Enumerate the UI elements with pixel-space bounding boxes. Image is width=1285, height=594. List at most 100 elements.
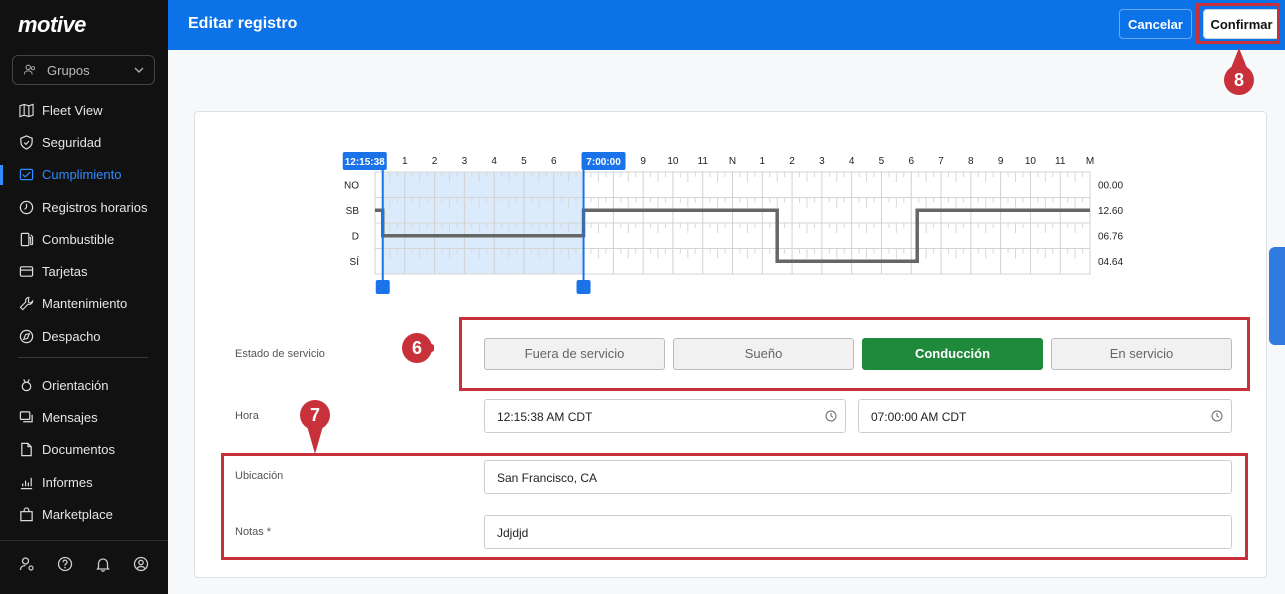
sidebar-item-cumplimiento[interactable]: Cumplimiento bbox=[0, 159, 168, 191]
hour-label: 6 bbox=[908, 156, 914, 167]
sidebar-footer-divider bbox=[0, 540, 168, 541]
start-time-value: 12:15:38 AM CDT bbox=[497, 410, 593, 424]
hour-label: 2 bbox=[789, 156, 795, 167]
groups-label: Grupos bbox=[47, 62, 90, 78]
hour-label: 4 bbox=[491, 156, 497, 167]
sidebar-item-label: Informes bbox=[42, 474, 93, 490]
messages-icon bbox=[18, 409, 34, 425]
duty-row-label: NO bbox=[344, 180, 359, 191]
hour-label: 10 bbox=[667, 156, 679, 167]
page-title: Editar registro bbox=[188, 15, 298, 32]
step-marker-6-label: 6 bbox=[411, 338, 422, 358]
sidebar-item-label: Despacho bbox=[42, 328, 101, 344]
reports-icon bbox=[18, 474, 34, 490]
users-icon bbox=[23, 64, 36, 75]
sidebar-item-combustible[interactable]: Combustible bbox=[0, 223, 168, 255]
sidebar-item-informes[interactable]: Informes bbox=[0, 466, 168, 498]
sidebar-item-label: Marketplace bbox=[42, 506, 113, 522]
shield-icon bbox=[18, 134, 34, 150]
hour-label: 10 bbox=[1025, 156, 1037, 167]
sidebar-item-despacho[interactable]: Despacho bbox=[0, 320, 168, 352]
chevron-down-icon bbox=[134, 67, 144, 73]
start-handle-grip bbox=[375, 280, 390, 294]
details-highlight-box bbox=[221, 453, 1248, 560]
hour-label: 11 bbox=[1055, 156, 1066, 167]
hour-label: 5 bbox=[879, 156, 885, 167]
duty-row-label: SÍ bbox=[350, 255, 360, 268]
sidebar-item-documentos[interactable]: Documentos bbox=[0, 434, 168, 466]
sidebar-nav-secondary: Orientación Mensajes Documentos Informes… bbox=[0, 369, 168, 530]
hour-label: 6 bbox=[551, 156, 557, 167]
sidebar-item-registros-horarios[interactable]: Registros horarios bbox=[0, 191, 168, 223]
sidebar-item-label: Orientación bbox=[42, 377, 109, 393]
sidebar-item-tarjetas[interactable]: Tarjetas bbox=[0, 255, 168, 287]
sidebar-item-label: Seguridad bbox=[42, 134, 102, 150]
start-handle-label: 12:15:38 bbox=[345, 157, 385, 168]
sidebar-item-label: Registros horarios bbox=[42, 199, 148, 215]
sidebar-item-label: Cumplimiento bbox=[42, 167, 122, 183]
sidebar-item-seguridad[interactable]: Seguridad bbox=[0, 126, 168, 158]
end-time-field[interactable]: 07:00:00 AM CDT bbox=[858, 399, 1232, 433]
sidebar-item-orientacion[interactable]: Orientación bbox=[0, 369, 168, 401]
sidebar: motive Grupos Fleet View Seguridad Cumpl… bbox=[0, 0, 168, 594]
sidebar-item-label: Documentos bbox=[42, 442, 115, 458]
hos-log-chart[interactable]: 123456891011N1234567891011MNOSBDSÍ00.001… bbox=[330, 150, 1130, 295]
step-marker-7-label: 7 bbox=[309, 405, 320, 425]
hour-label: 11 bbox=[698, 156, 709, 167]
duty-row-total: 06.76 bbox=[1098, 231, 1123, 242]
hour-label: 9 bbox=[640, 156, 646, 167]
map-icon bbox=[18, 102, 34, 118]
sidebar-item-label: Tarjetas bbox=[42, 264, 88, 280]
user-settings-icon[interactable] bbox=[19, 556, 35, 572]
sidebar-item-label: Fleet View bbox=[42, 102, 103, 118]
fuel-icon bbox=[18, 231, 34, 247]
sidebar-item-mensajes[interactable]: Mensajes bbox=[0, 401, 168, 433]
sidebar-item-fleet-view[interactable]: Fleet View bbox=[0, 94, 168, 126]
hour-label: 2 bbox=[432, 156, 438, 167]
sidebar-nav: Fleet View Seguridad Cumplimiento Regist… bbox=[0, 94, 168, 352]
help-icon[interactable] bbox=[57, 556, 73, 572]
hour-label: 8 bbox=[968, 156, 974, 167]
duty-row-label: SB bbox=[346, 206, 360, 217]
sidebar-footer bbox=[0, 556, 168, 572]
cancel-button[interactable]: Cancelar bbox=[1119, 9, 1192, 39]
status-highlight-box bbox=[459, 317, 1250, 391]
sidebar-item-marketplace[interactable]: Marketplace bbox=[0, 498, 168, 530]
duty-row-total: 04.64 bbox=[1098, 257, 1123, 268]
wrench-icon bbox=[18, 296, 34, 312]
hour-label: 1 bbox=[402, 156, 408, 167]
sidebar-item-label: Mensajes bbox=[42, 409, 98, 425]
end-time-value: 07:00:00 AM CDT bbox=[871, 410, 967, 424]
time-label: Hora bbox=[235, 410, 259, 422]
end-handle-grip bbox=[576, 280, 591, 294]
dispatch-icon bbox=[18, 328, 34, 344]
clock-icon bbox=[825, 410, 837, 422]
marketplace-icon bbox=[18, 506, 34, 522]
feedback-tab[interactable] bbox=[1269, 247, 1285, 345]
hour-label: N bbox=[729, 156, 736, 167]
step-marker-8-label: 8 bbox=[1233, 70, 1244, 90]
sidebar-item-label: Combustible bbox=[42, 231, 115, 247]
groups-dropdown[interactable]: Grupos bbox=[12, 55, 155, 85]
end-handle-label: 7:00:00 bbox=[586, 157, 621, 168]
hour-label: 3 bbox=[462, 156, 468, 167]
hour-label: 3 bbox=[819, 156, 825, 167]
hour-label: 7 bbox=[938, 156, 944, 167]
card-icon bbox=[18, 264, 34, 280]
bell-icon[interactable] bbox=[95, 556, 111, 572]
compliance-icon bbox=[18, 167, 34, 183]
clock-icon bbox=[18, 199, 34, 215]
duty-row-label: D bbox=[352, 231, 359, 242]
documents-icon bbox=[18, 442, 34, 458]
status-label: Estado de servicio bbox=[235, 348, 325, 360]
badge-icon bbox=[18, 377, 34, 393]
motive-logo[interactable]: motive bbox=[18, 12, 86, 38]
account-icon[interactable] bbox=[133, 556, 149, 572]
clock-icon bbox=[1211, 410, 1223, 422]
hour-label: 9 bbox=[998, 156, 1004, 167]
start-time-field[interactable]: 12:15:38 AM CDT bbox=[484, 399, 846, 433]
confirm-highlight-box bbox=[1196, 3, 1280, 44]
hour-label: 1 bbox=[760, 156, 766, 167]
sidebar-item-mantenimiento[interactable]: Mantenimiento bbox=[0, 288, 168, 320]
duty-row-total: 12.60 bbox=[1098, 206, 1123, 217]
